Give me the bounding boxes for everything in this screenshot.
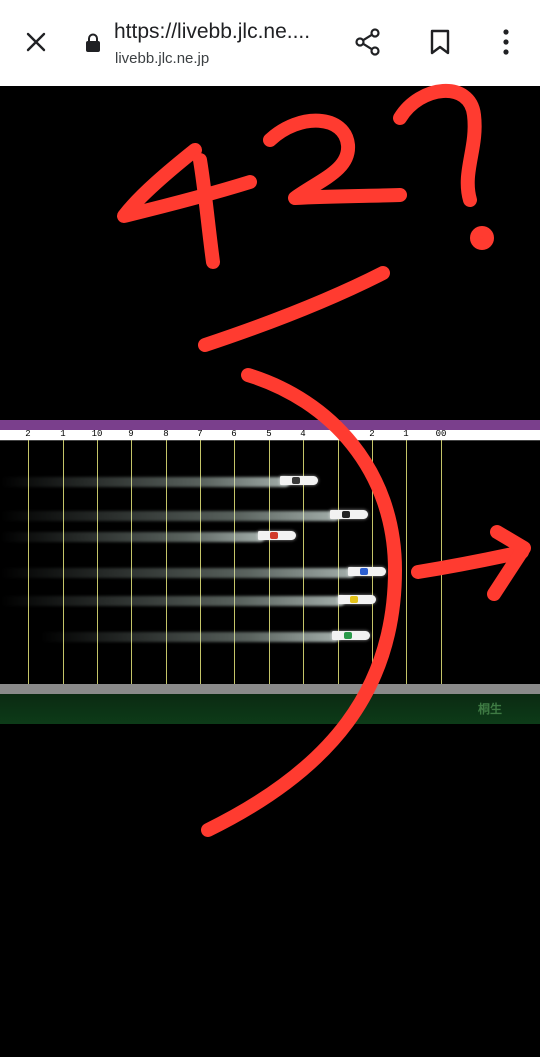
race-start-view[interactable]: 2 1 10 9 8 7 6 5 4 3 2 1 00 桐生 [0, 420, 540, 724]
close-button[interactable] [16, 22, 56, 62]
distance-marker: 7 [197, 429, 203, 439]
distance-marker: 5 [266, 429, 272, 439]
boat-wake [40, 632, 340, 642]
grid-line [338, 440, 339, 724]
url-domain: livebb.jlc.ne.jp [115, 50, 210, 67]
boat-2 [330, 510, 368, 519]
boat-1 [280, 476, 318, 485]
boat-5 [338, 595, 376, 604]
share-button[interactable] [348, 22, 388, 62]
grid-line [406, 440, 407, 724]
url-title[interactable]: https://livebb.jlc.ne.... [114, 20, 334, 44]
boat-4 [348, 567, 386, 576]
close-icon [26, 32, 46, 52]
distance-marker: 1 [403, 429, 409, 439]
page-content: 2 1 10 9 8 7 6 5 4 3 2 1 00 桐生 [0, 86, 540, 1057]
boat-6 [332, 631, 370, 640]
distance-marker: 3 [335, 429, 341, 439]
distance-marker: 1 [60, 429, 66, 439]
lock-icon [86, 33, 100, 52]
venue-watermark: 桐生 [478, 702, 503, 716]
grid-line [441, 440, 442, 724]
more-vert-icon [503, 29, 509, 55]
distance-marker: 10 [91, 429, 103, 439]
distance-marker-row: 2 1 10 9 8 7 6 5 4 3 2 1 00 [0, 429, 540, 441]
boat-wake [0, 532, 265, 542]
distance-marker: 00 [435, 429, 447, 439]
grid-line [372, 440, 373, 724]
more-menu-button[interactable] [486, 22, 526, 62]
boat-wake [0, 477, 290, 487]
distance-marker: 2 [25, 429, 31, 439]
boat-wake [0, 511, 340, 521]
grass-strip [0, 694, 540, 724]
boat-wake [0, 596, 345, 606]
boat-3 [258, 531, 296, 540]
distance-marker: 4 [300, 429, 306, 439]
share-icon [355, 28, 380, 56]
bookmark-icon [430, 29, 450, 55]
distance-marker: 8 [163, 429, 169, 439]
shoreline [0, 684, 540, 694]
distance-marker: 9 [128, 429, 134, 439]
bookmark-button[interactable] [420, 22, 460, 62]
distance-marker: 2 [369, 429, 375, 439]
distance-marker: 6 [231, 429, 237, 439]
browser-top-bar: https://livebb.jlc.ne.... livebb.jlc.ne.… [0, 0, 540, 86]
boat-wake [0, 568, 355, 578]
